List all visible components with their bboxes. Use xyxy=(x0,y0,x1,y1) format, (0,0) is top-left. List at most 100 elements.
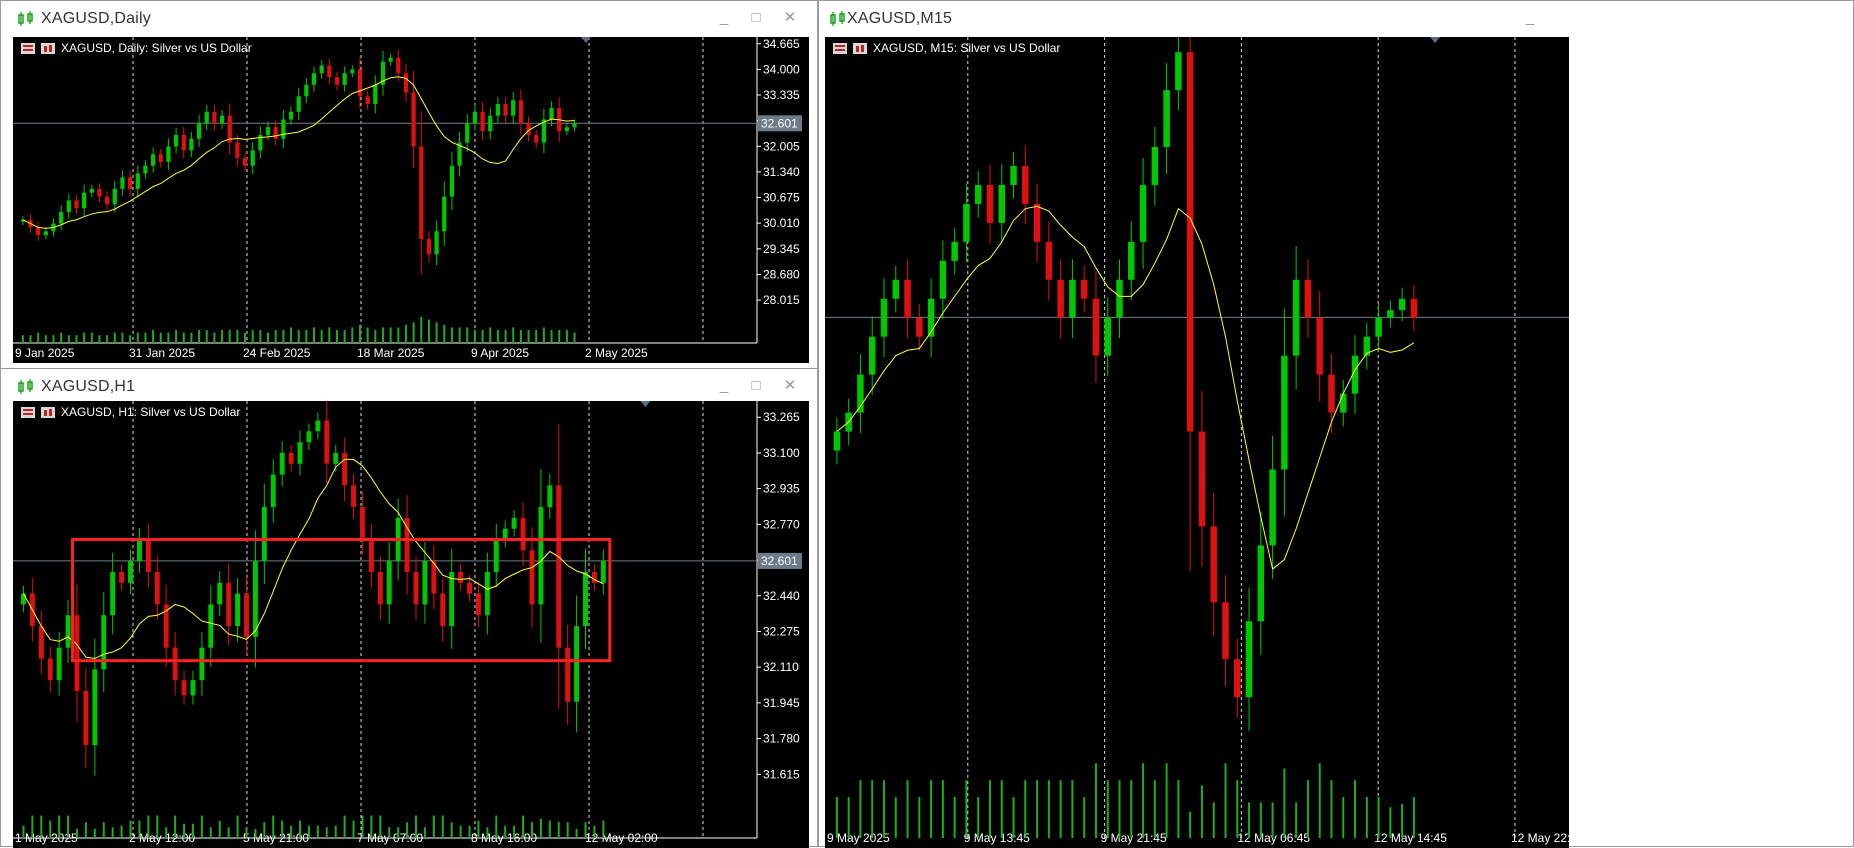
chart-candles-icon xyxy=(18,11,33,26)
volume-bar xyxy=(147,815,150,838)
candle-body xyxy=(281,119,286,139)
maximize-button[interactable]: □ xyxy=(745,7,767,29)
highlight-range-box xyxy=(71,537,612,663)
y-tick-label: 32.275 xyxy=(763,624,800,638)
volume-bar xyxy=(1012,797,1015,838)
window-titlebar[interactable]: XAGUSD,H1 _ □ ✕ xyxy=(1,369,817,405)
candle-body xyxy=(83,690,89,746)
volume-bar xyxy=(1389,807,1392,838)
chart-window-h1[interactable]: XAGUSD,H1 _ □ ✕ 1 May 2025 2 May 12:00 5 M… xyxy=(0,368,818,848)
price-tag-text: 32.601 xyxy=(761,116,798,130)
minimize-button[interactable]: _ xyxy=(713,375,735,397)
table-icon-line xyxy=(835,45,845,47)
chart-plot-area[interactable]: 1 May 20252 May 12:005 May 21:007 May 07… xyxy=(13,401,809,848)
candle-body xyxy=(1069,279,1076,318)
candle-body xyxy=(265,127,271,135)
chart-svg: 9 Jan 2025 31 Jan 2025 24 Feb 2025 18 Mar 2… xyxy=(13,37,802,360)
volume-bar xyxy=(486,827,489,838)
x-tick-label: 24 Feb 2025 xyxy=(243,346,311,360)
close-button[interactable]: ✕ xyxy=(779,7,801,29)
chart-plot-area[interactable]: 9 May 2025 9 May 13:45 9 May 21:45 12 May 0… xyxy=(825,37,1569,848)
volume-bar xyxy=(575,828,578,838)
candle-body xyxy=(190,680,196,696)
candle-body xyxy=(1080,279,1088,299)
window-title: XAGUSD,Daily xyxy=(41,10,151,27)
candle-body xyxy=(998,184,1005,223)
candle-body xyxy=(327,65,332,78)
chart-candles-icon xyxy=(18,379,33,394)
candle-body xyxy=(181,680,187,696)
y-tick-label: 32.440 xyxy=(763,589,800,603)
volume-bar xyxy=(343,330,346,343)
volume-bar xyxy=(129,335,132,343)
volume-bar xyxy=(871,780,874,838)
chart-window-daily[interactable]: XAGUSD,Daily _ □ ✕ 9 Jan 2025 31 Jan 2025… xyxy=(0,0,818,370)
volume-bar xyxy=(152,330,155,343)
candle-body xyxy=(219,115,225,124)
volume-bar xyxy=(550,330,553,343)
candle-body xyxy=(520,517,526,551)
volume-bar xyxy=(366,327,369,343)
table-icon-line xyxy=(835,49,845,51)
volume-bar xyxy=(548,820,551,838)
close-button[interactable]: ✕ xyxy=(779,375,801,397)
volume-bar xyxy=(334,825,337,838)
candle-body xyxy=(411,92,416,147)
candle-body xyxy=(1281,355,1288,470)
chart-window-m15[interactable]: XAGUSD,M15 _ 9 May 2025 9 May 13:45 9 May … xyxy=(818,0,1854,848)
volume-bar xyxy=(1224,763,1227,838)
volume-bar xyxy=(37,332,40,343)
candle-body xyxy=(465,123,470,143)
volume-bar xyxy=(859,780,862,838)
volume-bar xyxy=(489,327,492,343)
chart-icon-bar xyxy=(44,410,47,416)
chart-plot-area[interactable]: 9 Jan 2025 31 Jan 2025 24 Feb 2025 18 Mar 2… xyxy=(13,37,809,363)
volume-bar xyxy=(1118,780,1121,838)
volume-bar xyxy=(218,820,221,838)
volume-bar xyxy=(1401,803,1404,838)
volume-bar xyxy=(183,823,186,838)
volume-bar xyxy=(557,821,560,838)
maximize-button[interactable]: □ xyxy=(745,375,767,397)
candle-body xyxy=(484,571,490,616)
volume-bar xyxy=(227,827,230,838)
chart-shift-marker xyxy=(1430,37,1441,43)
candle-body xyxy=(204,111,209,124)
candle-body xyxy=(1128,241,1135,280)
candle-body xyxy=(974,184,982,204)
window-titlebar[interactable]: XAGUSD,M15 _ xyxy=(819,1,1853,37)
candle-body xyxy=(493,539,499,572)
candle-body xyxy=(565,647,571,702)
candle-body xyxy=(89,188,94,193)
candle-body xyxy=(963,203,970,242)
y-tick-label: 32.110 xyxy=(763,660,799,674)
volume-bar xyxy=(156,815,159,838)
candle-body xyxy=(449,571,455,627)
volume-bar xyxy=(60,332,63,343)
candle-body xyxy=(360,507,365,540)
volume-bar xyxy=(481,330,484,343)
y-tick-label: 31.780 xyxy=(763,732,800,746)
candle-body xyxy=(1398,298,1406,311)
candle-body xyxy=(574,626,580,702)
window-titlebar[interactable]: XAGUSD,Daily _ □ ✕ xyxy=(1,1,817,37)
candle-body xyxy=(319,65,324,74)
volume-bar xyxy=(1059,780,1062,838)
candle-body xyxy=(150,154,156,166)
candle-body xyxy=(534,134,539,143)
volume-bar xyxy=(138,820,141,838)
volume-bar xyxy=(1142,763,1145,838)
candle-body xyxy=(189,138,194,151)
window-title: XAGUSD,M15 xyxy=(847,10,953,27)
candle-body xyxy=(986,184,994,223)
minimize-button[interactable]: _ xyxy=(713,7,735,29)
volume-bar xyxy=(1036,780,1039,838)
candle-body xyxy=(226,582,232,627)
candle-body xyxy=(1410,298,1418,318)
candle-body xyxy=(296,96,301,112)
minimize-button[interactable]: _ xyxy=(1519,7,1541,29)
volume-bar xyxy=(165,827,168,838)
x-tick-label: 9 May 13:45 xyxy=(964,831,1030,845)
chart-legend: XAGUSD, H1: Silver vs US Dollar xyxy=(21,405,240,419)
y-tick-label: 33.335 xyxy=(763,88,800,102)
